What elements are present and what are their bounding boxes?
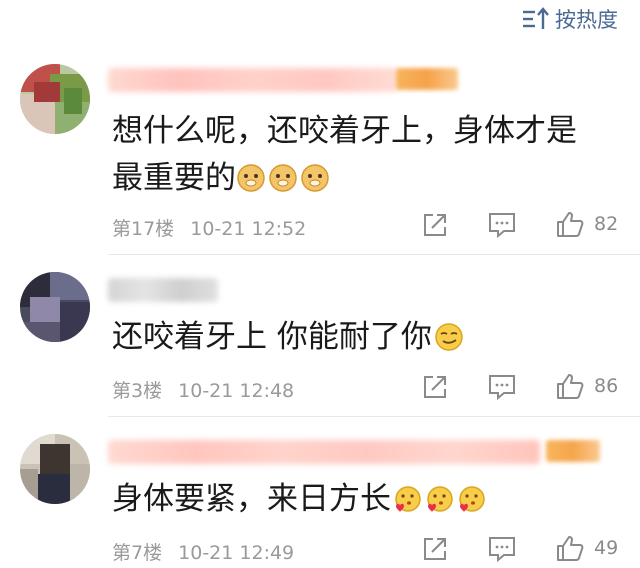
comment-text-line2: 最重要的 xyxy=(112,153,332,203)
username-blurred[interactable] xyxy=(108,278,218,302)
doge-emoji-icon xyxy=(237,164,265,192)
thumbs-up-icon xyxy=(557,212,584,237)
divider xyxy=(108,254,640,255)
like-button[interactable]: 86 xyxy=(556,372,618,400)
thumbs-up-icon xyxy=(557,374,584,399)
sort-lines-arrow-icon xyxy=(523,7,549,29)
share-edit-icon xyxy=(424,376,446,398)
avatar[interactable] xyxy=(20,272,90,342)
comment-text: 还咬着牙上 你能耐了你 xyxy=(112,312,466,362)
reply-button[interactable] xyxy=(488,212,516,238)
comment-time: 10-21 12:52 xyxy=(190,218,307,240)
like-button[interactable]: 82 xyxy=(556,210,618,238)
avatar[interactable] xyxy=(20,434,90,504)
comment-text: 身体要紧，来日方长 xyxy=(112,474,489,524)
username-blurred[interactable] xyxy=(108,68,398,92)
share-edit-icon xyxy=(424,538,446,560)
like-count: 49 xyxy=(594,537,619,559)
comment-text: 想什么呢，还咬着牙上，身体才是 xyxy=(112,113,577,149)
doge-emoji-icon xyxy=(269,164,297,192)
heart-kiss-emoji-icon xyxy=(459,486,485,512)
comment-meta: 第17楼 10-21 12:52 xyxy=(112,214,316,241)
heart-kiss-emoji-icon xyxy=(395,486,421,512)
comment-bubble-icon xyxy=(489,375,515,400)
floor-number: 第17楼 xyxy=(112,218,175,240)
vip-badge xyxy=(396,68,458,90)
username-blurred[interactable] xyxy=(108,440,540,464)
like-count: 86 xyxy=(594,375,619,397)
share-button[interactable] xyxy=(422,536,448,562)
comment-meta: 第3楼 10-21 12:48 xyxy=(112,376,304,403)
sort-by-hot-button[interactable]: 按热度 xyxy=(521,4,618,34)
comment-bubble-icon xyxy=(489,537,515,562)
avatar[interactable] xyxy=(20,64,90,134)
divider xyxy=(108,416,640,417)
share-button[interactable] xyxy=(422,212,448,238)
thumbs-up-icon xyxy=(557,536,584,561)
doge-emoji-icon xyxy=(301,164,329,192)
smirk-emoji-icon xyxy=(435,323,463,351)
comment-time: 10-21 12:49 xyxy=(178,542,295,564)
comment-time: 10-21 12:48 xyxy=(178,380,295,402)
floor-number: 第3楼 xyxy=(112,380,163,402)
reply-button[interactable] xyxy=(488,536,516,562)
vip-badge xyxy=(546,440,600,462)
heart-kiss-emoji-icon xyxy=(427,486,453,512)
comment-meta: 第7楼 10-21 12:49 xyxy=(112,538,304,565)
floor-number: 第7楼 xyxy=(112,542,163,564)
comment-list-page: 按热度 想什么呢，还咬着牙上，身体才是 最重要的 第17楼 10-21 12:5… xyxy=(0,0,640,568)
reply-button[interactable] xyxy=(488,374,516,400)
like-count: 82 xyxy=(594,213,619,235)
comment-bubble-icon xyxy=(489,213,515,238)
like-button[interactable]: 49 xyxy=(556,534,618,562)
share-button[interactable] xyxy=(422,374,448,400)
sort-label: 按热度 xyxy=(555,8,618,32)
share-edit-icon xyxy=(424,214,446,236)
